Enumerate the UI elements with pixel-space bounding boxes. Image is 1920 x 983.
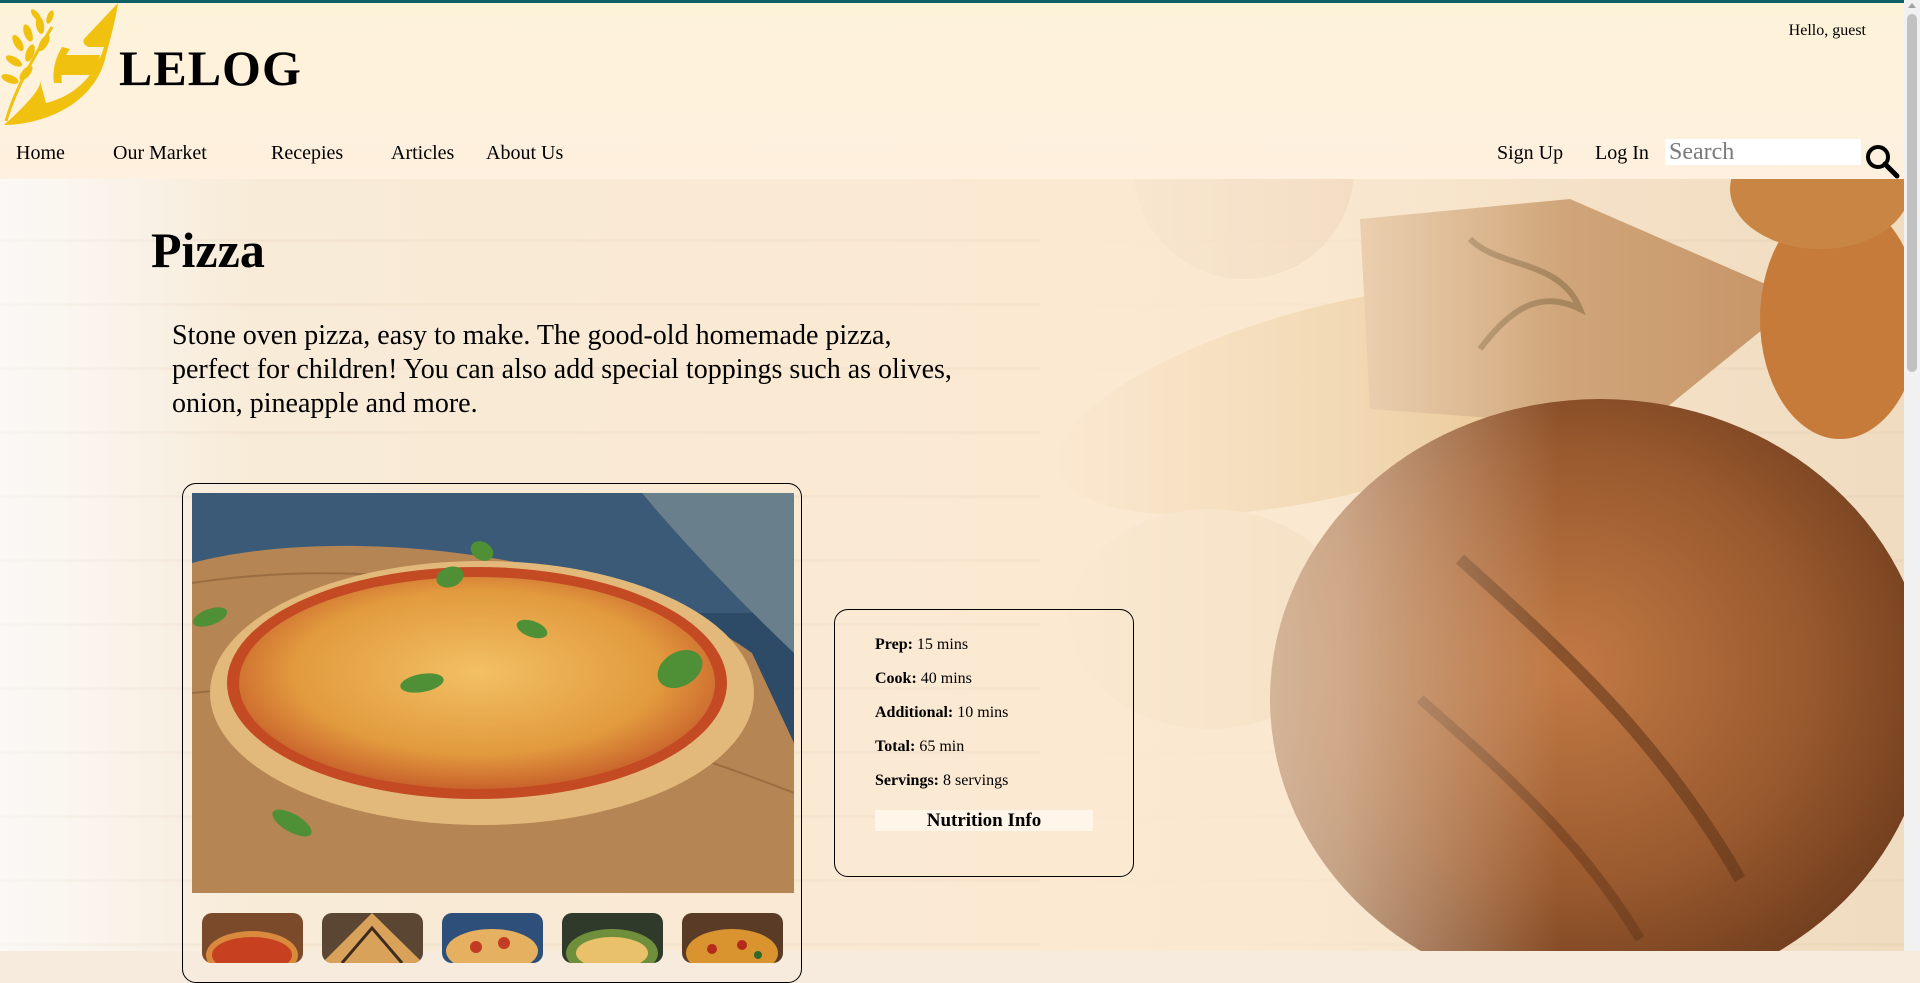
nutrition-info-button[interactable]: Nutrition Info [875,810,1093,831]
scrollbar-thumb[interactable] [1907,14,1917,372]
nav-our-market[interactable]: Our Market [113,142,207,165]
wheat-logo-icon[interactable] [0,3,122,127]
nav-log-in[interactable]: Log In [1595,142,1649,165]
info-cook: Cook: 40 mins [875,670,972,687]
recipe-description: Stone oven pizza, easy to make. The good… [172,320,952,419]
search-icon[interactable] [1864,143,1900,179]
nav-articles[interactable]: Articles [391,142,454,165]
scroll-up-arrow-icon[interactable] [1908,3,1916,8]
recipe-title: Pizza [151,222,265,278]
gallery-thumbnail-3[interactable] [442,913,543,963]
nav-recepies[interactable]: Recepies [271,142,343,165]
search-input[interactable] [1665,139,1861,165]
site-header: LELOG Hello, guest Home Our Market Recep… [0,3,1904,179]
info-additional: Additional: 10 mins [875,704,1009,721]
gallery-thumbnail-4[interactable] [562,913,663,963]
nav-home[interactable]: Home [16,142,65,165]
pizza-main-photo [192,493,794,893]
brand-name[interactable]: LELOG [119,39,302,97]
bread-background-image [1040,179,1904,951]
gallery-thumbnail-5[interactable] [682,913,783,963]
user-greeting: Hello, guest [1788,22,1866,39]
info-servings: Servings: 8 servings [875,772,1009,789]
info-total: Total: 65 min [875,738,965,755]
gallery-thumbnail-2[interactable] [322,913,423,963]
nav-about-us[interactable]: About Us [486,142,563,165]
nav-sign-up[interactable]: Sign Up [1497,142,1563,165]
gallery-thumbnail-1[interactable] [202,913,303,963]
info-prep: Prep: 15 mins [875,636,969,653]
